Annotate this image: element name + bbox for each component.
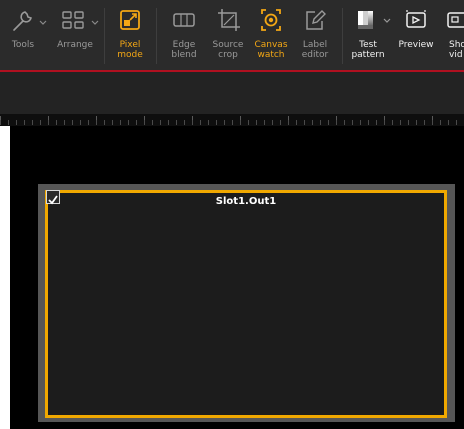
crop-icon <box>206 0 250 40</box>
label-editor-label: Label editor <box>301 40 329 60</box>
pixel-mode-icon <box>108 0 152 40</box>
edge-blend-button[interactable]: Edge blend <box>162 0 206 70</box>
show-video-icon <box>440 0 464 40</box>
arrange-button[interactable]: Arrange <box>55 0 95 70</box>
edge-blend-icon <box>162 0 206 40</box>
secondary-toolbar-strip <box>0 72 464 114</box>
toolbar-separator <box>342 8 343 64</box>
canvas-watch-button[interactable]: Canvas watch <box>249 0 293 70</box>
tools-button[interactable]: Tools <box>8 0 38 70</box>
test-pattern-dropdown[interactable] <box>382 0 392 70</box>
slot-checkbox[interactable] <box>46 190 60 205</box>
toolbar: Tools Arrange Pixel mode Edge blend Sour… <box>0 0 464 70</box>
pixel-mode-label: Pixel mode <box>117 40 143 60</box>
show-video-button[interactable]: Sho vid <box>440 0 464 70</box>
pixel-mode-label-text: Pixel mode <box>117 40 143 60</box>
arrange-label: Arrange <box>57 40 93 50</box>
slot-title: Slot1.Out1 <box>215 196 277 207</box>
source-crop-button[interactable]: Source crop <box>206 0 250 70</box>
chevron-down-icon <box>38 0 48 40</box>
app-window: Tools Arrange Pixel mode Edge blend Sour… <box>0 0 464 429</box>
ruler[interactable] <box>0 114 464 126</box>
toolbar-separator <box>156 8 157 64</box>
output-slot-frame[interactable]: Slot1.Out1 <box>45 190 447 418</box>
preview-icon <box>396 0 436 40</box>
canvas-watch-icon <box>249 0 293 40</box>
tools-label: Tools <box>11 40 35 50</box>
tools-dropdown[interactable] <box>38 0 48 70</box>
pixel-mode-button[interactable]: Pixel mode <box>108 0 152 70</box>
edit-icon <box>293 0 337 40</box>
output-slot[interactable]: Slot1.Out1 <box>38 184 455 422</box>
chevron-down-icon <box>90 0 100 40</box>
chevron-down-icon <box>382 0 392 40</box>
arrange-dropdown[interactable] <box>90 0 100 70</box>
ruler-minor-ticks <box>0 120 464 125</box>
wrench-icon <box>8 0 38 40</box>
show-video-label: Sho vid <box>449 40 464 60</box>
source-crop-label: Source crop <box>212 40 244 60</box>
preview-label: Preview <box>398 40 434 50</box>
edge-blend-label: Edge blend <box>171 40 197 60</box>
canvas-watch-label: Canvas watch <box>254 40 288 60</box>
test-pattern-label: Test pattern <box>351 40 385 60</box>
preview-button[interactable]: Preview <box>396 0 436 70</box>
grid-icon <box>55 0 95 40</box>
toolbar-separator <box>104 8 105 64</box>
checkmark-icon <box>48 195 58 205</box>
label-editor-button[interactable]: Label editor <box>293 0 337 70</box>
